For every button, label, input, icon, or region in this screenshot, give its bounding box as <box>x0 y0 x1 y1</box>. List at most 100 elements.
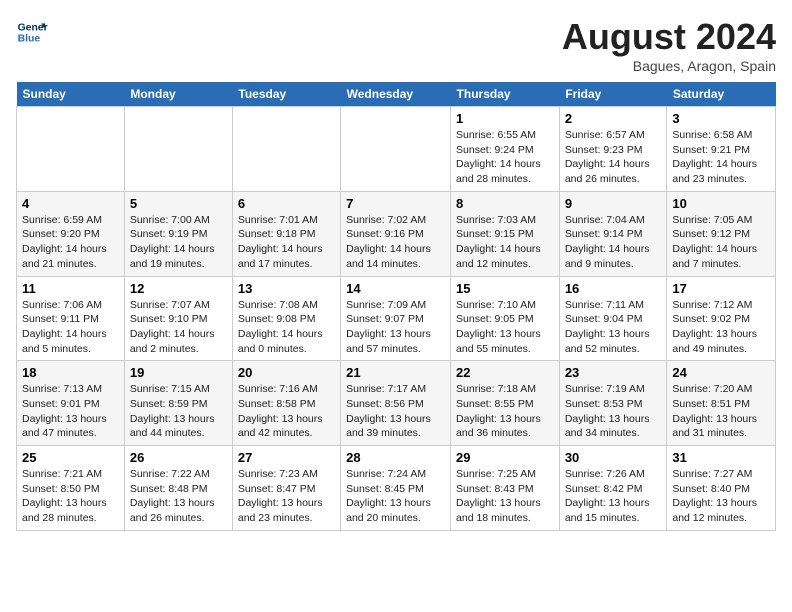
day-number: 23 <box>565 365 662 380</box>
logo-icon: General Blue <box>16 16 48 48</box>
day-info: Sunrise: 7:22 AM Sunset: 8:48 PM Dayligh… <box>130 467 227 526</box>
day-number: 15 <box>456 281 554 296</box>
day-info: Sunrise: 7:24 AM Sunset: 8:45 PM Dayligh… <box>346 467 445 526</box>
day-number: 19 <box>130 365 227 380</box>
day-number: 10 <box>672 196 770 211</box>
month-title: August 2024 <box>562 16 776 58</box>
day-number: 21 <box>346 365 445 380</box>
day-cell: 3 Sunrise: 6:58 AM Sunset: 9:21 PM Daylig… <box>667 107 776 192</box>
day-number: 14 <box>346 281 445 296</box>
day-number: 20 <box>238 365 335 380</box>
day-number: 31 <box>672 450 770 465</box>
week-row-5: 25 Sunrise: 7:21 AM Sunset: 8:50 PM Dayli… <box>17 446 776 531</box>
day-number: 5 <box>130 196 227 211</box>
day-info: Sunrise: 7:00 AM Sunset: 9:19 PM Dayligh… <box>130 213 227 272</box>
day-info: Sunrise: 7:19 AM Sunset: 8:53 PM Dayligh… <box>565 382 662 441</box>
day-cell: 20 Sunrise: 7:16 AM Sunset: 8:58 PM Dayli… <box>232 361 340 446</box>
weekday-header-monday: Monday <box>124 82 232 107</box>
day-info: Sunrise: 7:07 AM Sunset: 9:10 PM Dayligh… <box>130 298 227 357</box>
day-number: 24 <box>672 365 770 380</box>
day-cell <box>341 107 451 192</box>
week-row-3: 11 Sunrise: 7:06 AM Sunset: 9:11 PM Dayli… <box>17 276 776 361</box>
day-number: 27 <box>238 450 335 465</box>
weekday-header-saturday: Saturday <box>667 82 776 107</box>
day-info: Sunrise: 7:21 AM Sunset: 8:50 PM Dayligh… <box>22 467 119 526</box>
day-cell: 29Sunrise: 7:25 AM Sunset: 8:43 PM Dayli… <box>451 446 560 531</box>
day-cell: 10 Sunrise: 7:05 AM Sunset: 9:12 PM Dayli… <box>667 191 776 276</box>
weekday-header-wednesday: Wednesday <box>341 82 451 107</box>
day-cell: 6Sunrise: 7:01 AM Sunset: 9:18 PM Daylig… <box>232 191 340 276</box>
day-cell: 7Sunrise: 7:02 AM Sunset: 9:16 PM Daylig… <box>341 191 451 276</box>
day-cell: 30 Sunrise: 7:26 AM Sunset: 8:42 PM Dayli… <box>559 446 667 531</box>
day-cell: 27 Sunrise: 7:23 AM Sunset: 8:47 PM Dayli… <box>232 446 340 531</box>
day-cell <box>17 107 125 192</box>
day-cell: 15Sunrise: 7:10 AM Sunset: 9:05 PM Dayli… <box>451 276 560 361</box>
week-row-2: 4Sunrise: 6:59 AM Sunset: 9:20 PM Daylig… <box>17 191 776 276</box>
day-cell: 9 Sunrise: 7:04 AM Sunset: 9:14 PM Daylig… <box>559 191 667 276</box>
title-block: August 2024 Bagues, Aragon, Spain <box>562 16 776 74</box>
day-info: Sunrise: 7:04 AM Sunset: 9:14 PM Dayligh… <box>565 213 662 272</box>
day-cell: 16 Sunrise: 7:11 AM Sunset: 9:04 PM Dayli… <box>559 276 667 361</box>
day-info: Sunrise: 7:16 AM Sunset: 8:58 PM Dayligh… <box>238 382 335 441</box>
day-cell: 5 Sunrise: 7:00 AM Sunset: 9:19 PM Daylig… <box>124 191 232 276</box>
day-info: Sunrise: 7:17 AM Sunset: 8:56 PM Dayligh… <box>346 382 445 441</box>
day-cell: 1 Sunrise: 6:55 AM Sunset: 9:24 PM Daylig… <box>451 107 560 192</box>
day-cell: 17 Sunrise: 7:12 AM Sunset: 9:02 PM Dayli… <box>667 276 776 361</box>
day-info: Sunrise: 7:18 AM Sunset: 8:55 PM Dayligh… <box>456 382 554 441</box>
day-number: 8 <box>456 196 554 211</box>
day-info: Sunrise: 7:06 AM Sunset: 9:11 PM Dayligh… <box>22 298 119 357</box>
day-info: Sunrise: 7:20 AM Sunset: 8:51 PM Dayligh… <box>672 382 770 441</box>
day-info: Sunrise: 7:03 AM Sunset: 9:15 PM Dayligh… <box>456 213 554 272</box>
day-info: Sunrise: 6:55 AM Sunset: 9:24 PM Dayligh… <box>456 128 554 187</box>
day-info: Sunrise: 7:05 AM Sunset: 9:12 PM Dayligh… <box>672 213 770 272</box>
day-number: 3 <box>672 111 770 126</box>
day-cell: 11 Sunrise: 7:06 AM Sunset: 9:11 PM Dayli… <box>17 276 125 361</box>
day-info: Sunrise: 7:12 AM Sunset: 9:02 PM Dayligh… <box>672 298 770 357</box>
day-info: Sunrise: 7:15 AM Sunset: 8:59 PM Dayligh… <box>130 382 227 441</box>
day-cell: 4Sunrise: 6:59 AM Sunset: 9:20 PM Daylig… <box>17 191 125 276</box>
day-cell: 28 Sunrise: 7:24 AM Sunset: 8:45 PM Dayli… <box>341 446 451 531</box>
day-cell: 23 Sunrise: 7:19 AM Sunset: 8:53 PM Dayli… <box>559 361 667 446</box>
day-info: Sunrise: 7:26 AM Sunset: 8:42 PM Dayligh… <box>565 467 662 526</box>
day-number: 18 <box>22 365 119 380</box>
day-info: Sunrise: 7:13 AM Sunset: 9:01 PM Dayligh… <box>22 382 119 441</box>
day-number: 25 <box>22 450 119 465</box>
day-cell: 22Sunrise: 7:18 AM Sunset: 8:55 PM Dayli… <box>451 361 560 446</box>
location-subtitle: Bagues, Aragon, Spain <box>562 58 776 74</box>
day-cell: 31 Sunrise: 7:27 AM Sunset: 8:40 PM Dayli… <box>667 446 776 531</box>
day-info: Sunrise: 7:11 AM Sunset: 9:04 PM Dayligh… <box>565 298 662 357</box>
svg-text:Blue: Blue <box>18 34 41 45</box>
day-number: 26 <box>130 450 227 465</box>
day-cell: 18 Sunrise: 7:13 AM Sunset: 9:01 PM Dayli… <box>17 361 125 446</box>
weekday-header-thursday: Thursday <box>451 82 560 107</box>
day-cell: 14Sunrise: 7:09 AM Sunset: 9:07 PM Dayli… <box>341 276 451 361</box>
weekday-header-friday: Friday <box>559 82 667 107</box>
day-cell: 26 Sunrise: 7:22 AM Sunset: 8:48 PM Dayli… <box>124 446 232 531</box>
day-cell: 8 Sunrise: 7:03 AM Sunset: 9:15 PM Daylig… <box>451 191 560 276</box>
day-cell: 19 Sunrise: 7:15 AM Sunset: 8:59 PM Dayli… <box>124 361 232 446</box>
calendar-table: SundayMondayTuesdayWednesdayThursdayFrid… <box>16 82 776 531</box>
day-number: 11 <box>22 281 119 296</box>
day-number: 16 <box>565 281 662 296</box>
logo: General Blue <box>16 16 48 48</box>
week-row-1: 1 Sunrise: 6:55 AM Sunset: 9:24 PM Daylig… <box>17 107 776 192</box>
day-info: Sunrise: 7:27 AM Sunset: 8:40 PM Dayligh… <box>672 467 770 526</box>
day-cell: 13Sunrise: 7:08 AM Sunset: 9:08 PM Dayli… <box>232 276 340 361</box>
day-number: 6 <box>238 196 335 211</box>
day-number: 28 <box>346 450 445 465</box>
day-info: Sunrise: 6:59 AM Sunset: 9:20 PM Dayligh… <box>22 213 119 272</box>
day-info: Sunrise: 6:58 AM Sunset: 9:21 PM Dayligh… <box>672 128 770 187</box>
day-cell <box>232 107 340 192</box>
day-cell: 21 Sunrise: 7:17 AM Sunset: 8:56 PM Dayli… <box>341 361 451 446</box>
day-info: Sunrise: 7:02 AM Sunset: 9:16 PM Dayligh… <box>346 213 445 272</box>
day-number: 30 <box>565 450 662 465</box>
day-number: 1 <box>456 111 554 126</box>
day-number: 9 <box>565 196 662 211</box>
day-cell: 2Sunrise: 6:57 AM Sunset: 9:23 PM Daylig… <box>559 107 667 192</box>
day-info: Sunrise: 6:57 AM Sunset: 9:23 PM Dayligh… <box>565 128 662 187</box>
day-info: Sunrise: 7:25 AM Sunset: 8:43 PM Dayligh… <box>456 467 554 526</box>
day-number: 17 <box>672 281 770 296</box>
weekday-header-row: SundayMondayTuesdayWednesdayThursdayFrid… <box>17 82 776 107</box>
day-number: 12 <box>130 281 227 296</box>
day-info: Sunrise: 7:23 AM Sunset: 8:47 PM Dayligh… <box>238 467 335 526</box>
